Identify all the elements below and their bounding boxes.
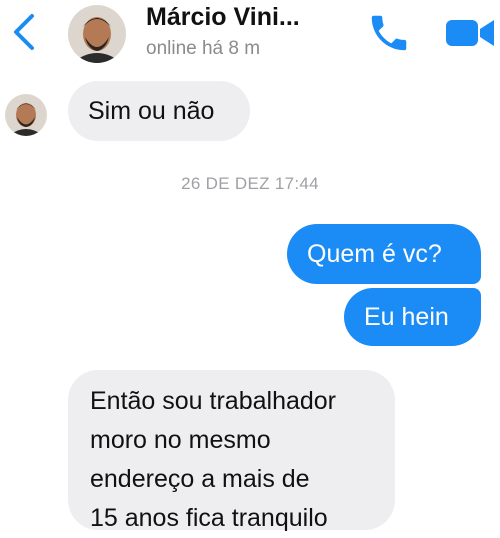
date-separator: 26 DE DEZ 17:44 bbox=[181, 174, 319, 193]
phone-icon[interactable] bbox=[366, 10, 412, 56]
message-line: 15 anos fica tranquilo bbox=[90, 504, 328, 532]
message-line: endereço a mais de bbox=[90, 465, 310, 493]
message-line: moro no mesmo bbox=[90, 426, 271, 454]
avatar[interactable] bbox=[68, 5, 126, 63]
message-incoming[interactable]: Sim ou não bbox=[68, 81, 250, 141]
presence-status: online há 8 m bbox=[146, 38, 261, 59]
message-line: Então sou trabalhador bbox=[90, 387, 337, 415]
sender-avatar bbox=[5, 94, 47, 136]
chat-header: Márcio Vini... online há 8 m bbox=[0, 0, 500, 72]
video-camera-icon[interactable] bbox=[444, 14, 496, 52]
chevron-left-icon[interactable] bbox=[8, 10, 44, 54]
message-outgoing[interactable]: Eu hein bbox=[344, 288, 481, 346]
message-incoming[interactable]: Então sou trabalhador moro no mesmo ende… bbox=[68, 370, 395, 532]
contact-name[interactable]: Márcio Vini... bbox=[146, 3, 300, 32]
message-outgoing[interactable]: Quem é vc? bbox=[287, 224, 481, 284]
